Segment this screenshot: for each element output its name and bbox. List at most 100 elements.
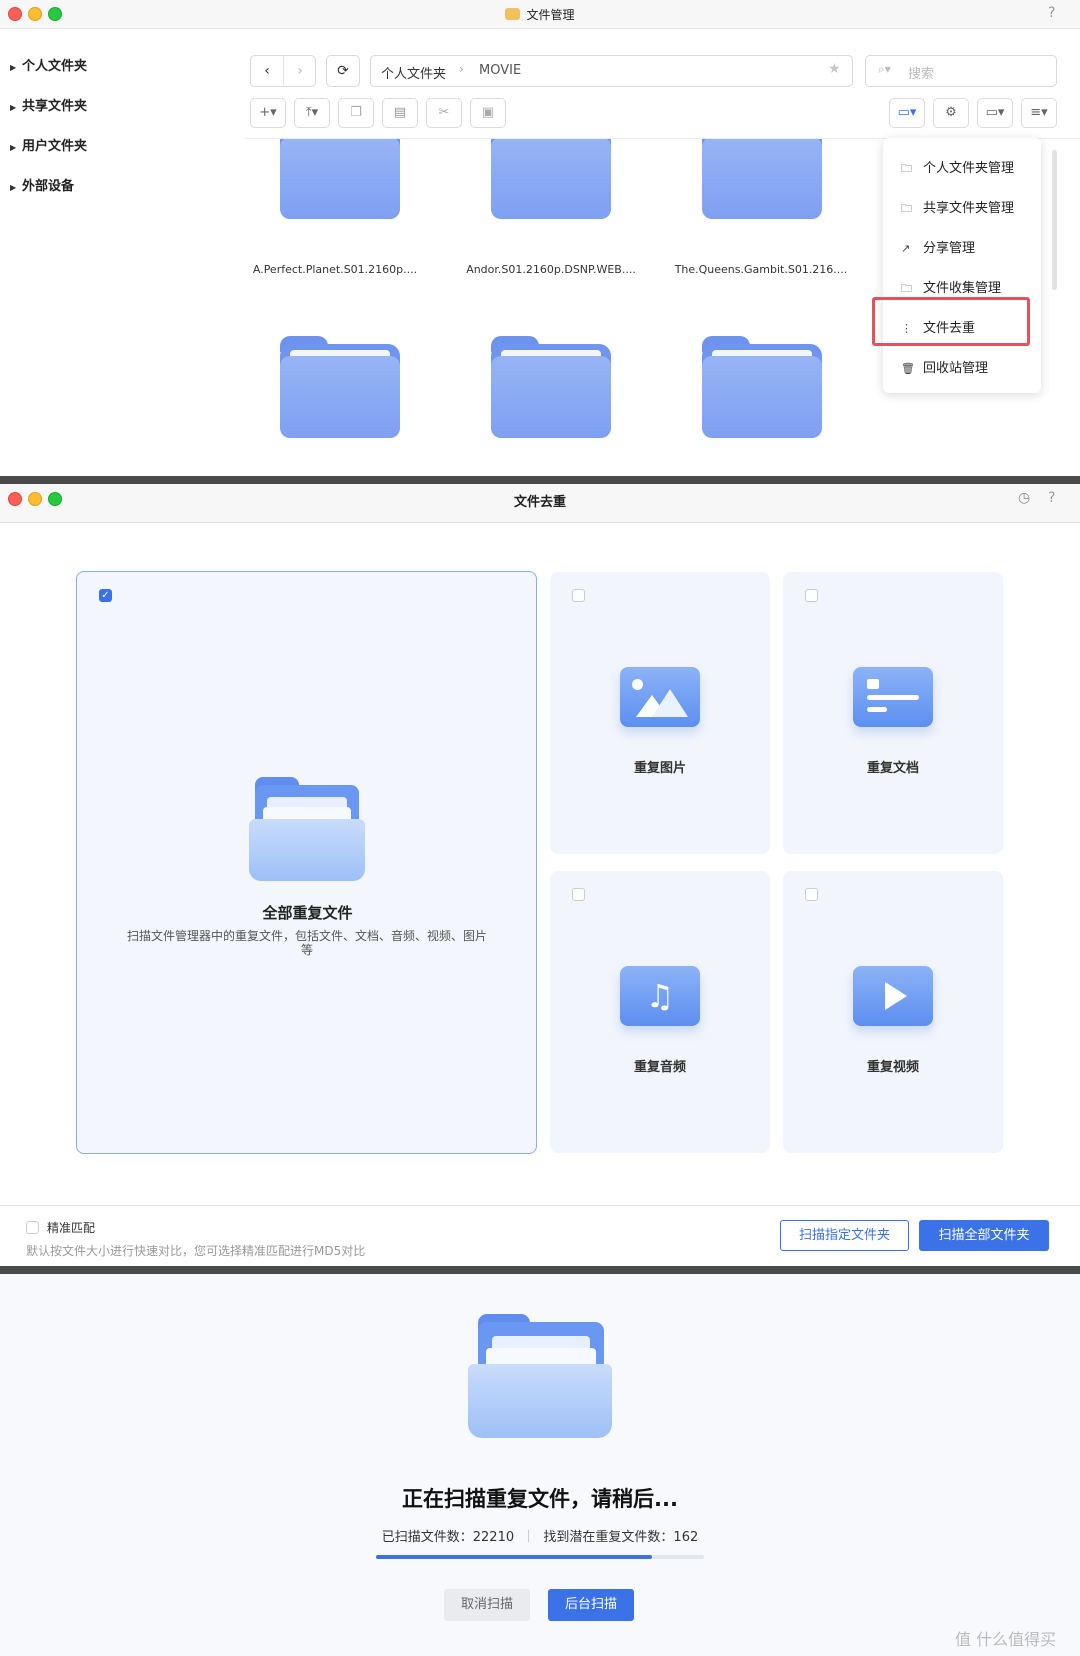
scan-status-title: 正在扫描重复文件，请稍后... — [402, 1487, 678, 1511]
card-label: 重复文档 — [866, 761, 919, 776]
sidebar-item-shared[interactable]: ▶ 共享文件夹 — [10, 95, 87, 114]
search-input[interactable]: 搜索 — [908, 63, 934, 82]
duplicate-documents-checkbox[interactable] — [805, 589, 818, 602]
all-duplicates-checkbox[interactable]: ✓ — [99, 589, 112, 602]
music-icon: ♫ — [620, 966, 700, 1026]
window-title: 文件管理 — [0, 6, 1080, 23]
scan-stats: 已扫描文件数：22210 找到潜在重复文件数：162 — [0, 1526, 1080, 1545]
settings-icon[interactable]: ⚙ — [933, 98, 969, 128]
watermark: 值 什么值得买 — [955, 1630, 1057, 1649]
copy-icon[interactable]: ❐ — [338, 98, 374, 128]
breadcrumb: 个人文件夹 › MOVIE ★ — [370, 55, 853, 87]
expand-caret-icon[interactable]: ▶ — [10, 63, 22, 72]
sidebar-item-label: 个人文件夹 — [22, 59, 88, 74]
scan-all-button[interactable]: 扫描全部文件夹 — [919, 1220, 1049, 1251]
archive-icon[interactable]: ▣ — [470, 98, 506, 128]
duplicate-documents-card[interactable]: 重复文档 — [783, 572, 1003, 854]
breadcrumb-item-personal[interactable]: 个人文件夹 — [381, 63, 446, 82]
options-bar: 精准匹配 默认按文件大小进行快速对比，您可选择精准匹配进行MD5对比 扫描指定文… — [0, 1205, 1080, 1267]
menu-item-shared-folder[interactable]: 🗀 共享文件夹管理 — [901, 197, 1014, 219]
all-duplicates-card[interactable]: ✓ 全部重复文件 扫描文件管理器中的重复文件，包括文件、文档、音频、视频、图片等 — [76, 571, 537, 1154]
folder-icon: 🗀 — [901, 162, 912, 175]
scanned-count-value: 22210 — [472, 1530, 515, 1545]
precise-match-hint: 默认按文件大小进行快速对比，您可选择精准匹配进行MD5对比 — [26, 1244, 366, 1258]
file-manager-window: 文件管理 ? ▶ 个人文件夹 ▶ 共享文件夹 ▶ 用户文件夹 ▶ 外部设备 ‹ › ⟳ … — [0, 0, 1080, 476]
duplicate-images-checkbox[interactable] — [572, 589, 585, 602]
menu-item-label: 个人文件夹管理 — [923, 161, 1015, 176]
screenshot-divider — [0, 1266, 1080, 1274]
folder-grid: A.Perfect.Planet.S01.2160p.... Andor.S01… — [245, 139, 885, 476]
menu-item-collect[interactable]: 🗀 文件收集管理 — [901, 277, 1001, 299]
precise-match-checkbox[interactable] — [26, 1221, 39, 1234]
history-icon[interactable]: ◷ — [1018, 490, 1030, 506]
screenshot-divider — [0, 476, 1080, 484]
folder-icon[interactable] — [280, 139, 400, 219]
sidebar-item-personal[interactable]: ▶ 个人文件夹 — [10, 55, 87, 74]
menu-item-label: 回收站管理 — [923, 361, 989, 376]
title-bar: 文件管理 ? — [0, 0, 1080, 29]
sidebar-item-label: 外部设备 — [22, 179, 75, 194]
precise-match-label: 精准匹配 — [47, 1221, 96, 1235]
cancel-scan-button[interactable]: 取消扫描 — [444, 1589, 530, 1621]
tools-menu-button[interactable]: ▭▾ — [889, 98, 925, 128]
folder-icon[interactable] — [491, 336, 611, 438]
scrollbar[interactable] — [1052, 150, 1057, 290]
sidebar-item-users[interactable]: ▶ 用户文件夹 — [10, 135, 87, 154]
view-mode-button[interactable]: ▭▾ — [977, 98, 1013, 128]
menu-item-trash[interactable]: 🗑 回收站管理 — [901, 357, 988, 376]
stats-divider — [528, 1530, 530, 1542]
menu-item-share[interactable]: ↗ 分享管理 — [901, 237, 975, 256]
title-bar: 文件去重 ◷ ? — [0, 484, 1080, 523]
expand-caret-icon[interactable]: ▶ — [10, 143, 22, 152]
trash-icon: 🗑 — [901, 362, 915, 375]
search-box[interactable]: ⌕▾ 搜索 — [865, 55, 1057, 87]
nav-buttons: ‹ › — [250, 55, 316, 87]
window-title-text: 文件管理 — [526, 8, 575, 22]
folder-icon[interactable] — [280, 336, 400, 438]
duplicate-video-checkbox[interactable] — [805, 888, 818, 901]
duplicate-images-card[interactable]: 重复图片 — [550, 572, 770, 854]
image-icon — [620, 667, 700, 727]
new-button[interactable]: +▾ — [250, 98, 286, 128]
shared-folder-icon: 🗀 — [901, 202, 912, 215]
app-icon — [505, 8, 521, 20]
background-scan-button[interactable]: 后台扫描 — [548, 1589, 634, 1621]
folder-stack-icon — [468, 1314, 612, 1438]
menu-item-dedup[interactable]: ⋮ 文件去重 — [901, 317, 975, 336]
sidebar-item-external[interactable]: ▶ 外部设备 — [10, 175, 74, 194]
card-description: 扫描文件管理器中的重复文件，包括文件、文档、音频、视频、图片等 — [126, 929, 487, 957]
duplicate-audio-checkbox[interactable] — [572, 888, 585, 901]
breadcrumb-item-movie[interactable]: MOVIE — [479, 63, 521, 78]
folder-name[interactable]: Andor.S01.2160p.DSNP.WEB.... — [461, 263, 641, 276]
upload-button[interactable]: ⤒▾ — [294, 98, 330, 128]
refresh-button[interactable]: ⟳ — [326, 55, 360, 87]
menu-item-personal-folder[interactable]: 🗀 个人文件夹管理 — [901, 157, 1014, 179]
duplicate-video-card[interactable]: 重复视频 — [783, 871, 1003, 1153]
tools-dropdown-menu: 🗀 个人文件夹管理 🗀 共享文件夹管理 ↗ 分享管理 🗀 文件收集管理 ⋮ 文件去重 🗑 回… — [872, 138, 1041, 393]
card-label: 重复视频 — [866, 1060, 919, 1075]
expand-caret-icon[interactable]: ▶ — [10, 103, 22, 112]
video-icon — [853, 966, 933, 1026]
scan-progress-fill — [376, 1555, 652, 1559]
cut-icon[interactable]: ✂ — [426, 98, 462, 128]
folder-stack-icon — [249, 777, 365, 881]
folder-icon[interactable] — [702, 139, 822, 219]
folder-icon[interactable] — [491, 139, 611, 219]
paste-icon[interactable]: ▤ — [382, 98, 418, 128]
duplicate-audio-card[interactable]: ♫ 重复音频 — [550, 871, 770, 1153]
found-count-value: 162 — [673, 1530, 699, 1545]
folder-icon[interactable] — [702, 336, 822, 438]
forward-button[interactable]: › — [284, 56, 316, 86]
back-button[interactable]: ‹ — [251, 56, 284, 86]
scan-folder-button[interactable]: 扫描指定文件夹 — [780, 1220, 909, 1251]
sidebar-item-label: 用户文件夹 — [22, 139, 88, 154]
dedup-icon: ⋮ — [901, 322, 912, 335]
folder-name[interactable]: The.Queens.Gambit.S01.216.... — [671, 263, 851, 276]
help-icon[interactable]: ? — [1048, 5, 1055, 21]
help-icon[interactable]: ? — [1048, 490, 1055, 506]
sort-button[interactable]: ≡▾ — [1021, 98, 1057, 128]
folder-name[interactable]: A.Perfect.Planet.S01.2160p.... — [245, 263, 425, 276]
share-icon: ↗ — [901, 242, 911, 255]
expand-caret-icon[interactable]: ▶ — [10, 183, 22, 192]
favorite-star-icon[interactable]: ★ — [828, 61, 841, 77]
